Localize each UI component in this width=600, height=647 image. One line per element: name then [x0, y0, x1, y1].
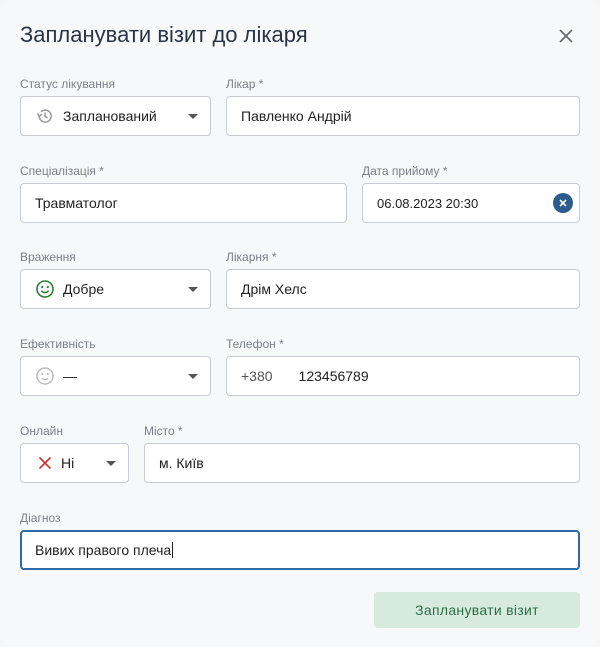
online-value: Ні [61, 455, 75, 471]
impression-label: Враження [20, 250, 76, 264]
date-value: 06.08.2023 20:30 [377, 195, 479, 211]
chevron-down-icon [188, 114, 198, 119]
effectiveness-value: — [63, 368, 77, 384]
diagnosis-label: Діагноз [20, 511, 61, 525]
clear-date-button[interactable] [553, 193, 573, 213]
dialog-title: Запланувати візит до лікаря [20, 22, 308, 47]
diagnosis-field[interactable]: Вивих правого плеча [20, 530, 580, 570]
status-select[interactable]: Запланований [20, 96, 211, 136]
text-caret [172, 542, 174, 558]
phone-field[interactable]: +380 123456789 [226, 356, 580, 396]
close-icon[interactable] [558, 28, 574, 44]
city-label: Місто * [144, 424, 183, 438]
chevron-down-icon [188, 287, 198, 292]
close-icon [559, 199, 567, 207]
neutral-face-icon [35, 366, 55, 386]
doctor-field[interactable]: Павленко Андрій [226, 96, 580, 136]
effectiveness-select[interactable]: — [20, 356, 211, 396]
impression-select[interactable]: Добре [20, 269, 211, 309]
status-label: Статус лікування [20, 77, 115, 91]
phone-label: Телефон * [226, 337, 284, 351]
status-value: Запланований [63, 108, 157, 124]
online-label: Онлайн [20, 424, 63, 438]
doctor-label: Лікар * [226, 77, 264, 91]
date-field[interactable]: 06.08.2023 20:30 [362, 183, 580, 223]
specialization-field[interactable]: Травматолог [20, 183, 347, 223]
city-value: м. Київ [159, 455, 204, 471]
hospital-label: Лікарня * [226, 250, 277, 264]
smile-icon [35, 279, 55, 299]
hospital-field[interactable]: Дрім Хелс [226, 269, 580, 309]
cross-icon [35, 453, 55, 473]
diagnosis-value: Вивих правого плеча [35, 542, 172, 558]
chevron-down-icon [106, 461, 116, 466]
history-icon [35, 106, 55, 126]
date-label: Дата прийому * [362, 164, 448, 178]
doctor-value: Павленко Андрій [241, 108, 352, 124]
effectiveness-label: Ефективність [20, 337, 96, 351]
schedule-visit-dialog: Запланувати візит до лікаря Статус лікув… [0, 0, 600, 647]
hospital-value: Дрім Хелс [241, 281, 307, 297]
impression-value: Добре [63, 281, 105, 297]
online-select[interactable]: Ні [20, 443, 129, 483]
chevron-down-icon [188, 374, 198, 379]
specialization-value: Травматолог [35, 195, 118, 211]
city-field[interactable]: м. Київ [144, 443, 580, 483]
specialization-label: Спеціалізація * [20, 164, 104, 178]
phone-value: 123456789 [298, 368, 369, 384]
schedule-visit-button[interactable]: Запланувати візит [374, 592, 580, 628]
phone-prefix: +380 [241, 368, 273, 384]
